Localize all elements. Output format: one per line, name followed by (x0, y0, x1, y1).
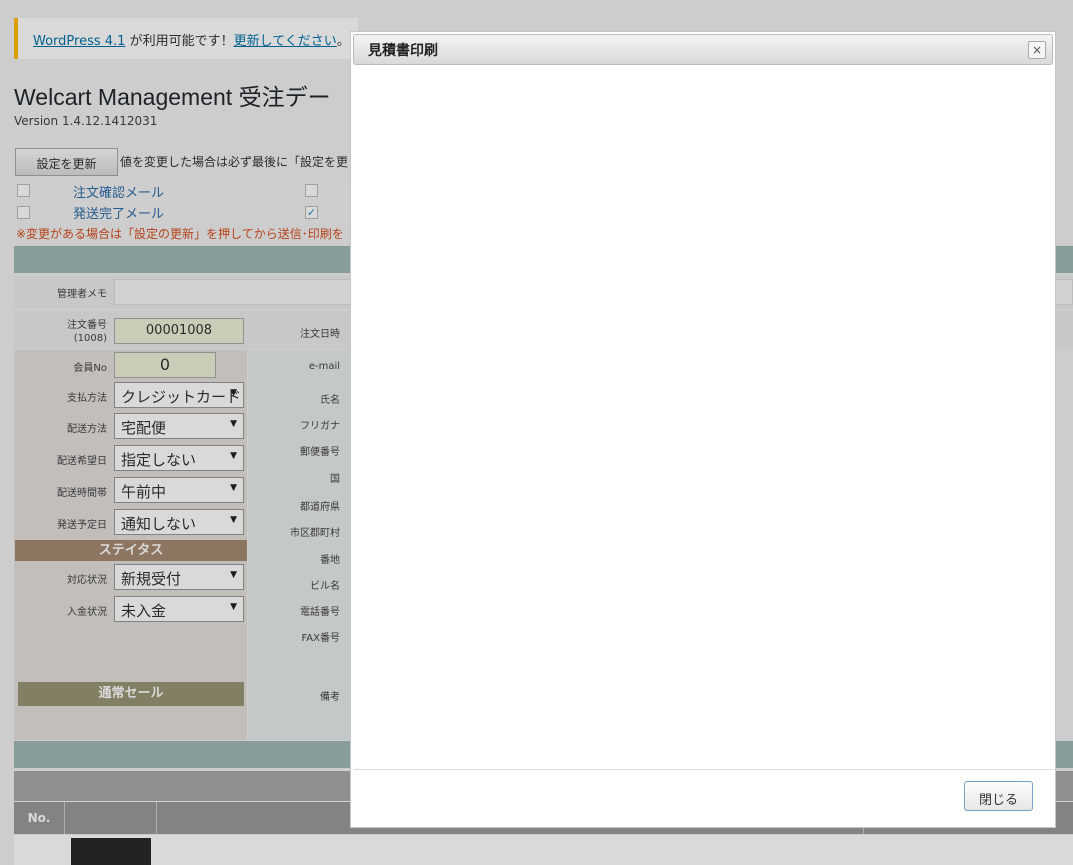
dialog-titlebar (353, 34, 1053, 65)
dialog-footer-divider (354, 769, 1054, 770)
estimate-print-dialog (350, 31, 1056, 828)
close-dialog-button[interactable]: 閉じる (964, 781, 1033, 811)
dialog-title: 見積書印刷 (368, 43, 438, 59)
close-icon[interactable]: × (1028, 41, 1046, 59)
